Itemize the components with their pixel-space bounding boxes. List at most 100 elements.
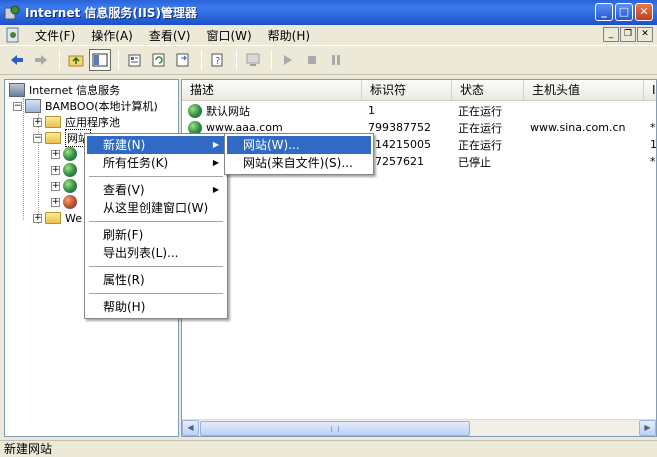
stop-button[interactable]	[301, 49, 323, 71]
column-header-host[interactable]: 主机头值	[524, 80, 644, 101]
column-header-ip[interactable]: I	[644, 80, 656, 101]
pause-button[interactable]	[325, 49, 347, 71]
mmc-doc-icon[interactable]	[5, 27, 21, 43]
submenu-item-website[interactable]: 网站(W)...	[227, 136, 371, 154]
folder-icon	[45, 116, 61, 128]
submenu-arrow-icon: ▶	[212, 185, 219, 194]
ctx-item-all-tasks[interactable]: 所有任务(K) ▶	[87, 154, 225, 172]
mdi-restore-button[interactable]: ❐	[620, 27, 636, 42]
window-title: Internet 信息服务(IIS)管理器	[25, 6, 197, 20]
iis-services-icon	[9, 83, 25, 97]
row-state: 正在运行	[458, 104, 502, 118]
row-state: 正在运行	[458, 121, 502, 135]
row-identifier: 799387752	[368, 121, 431, 134]
tree-item-site[interactable]: +	[51, 162, 81, 178]
ctx-separator	[89, 266, 223, 267]
expand-icon[interactable]: +	[33, 213, 42, 223]
horizontal-scrollbar[interactable]: ◀ ▶	[182, 419, 656, 436]
status-bar: 新建网站	[0, 440, 657, 457]
refresh-button[interactable]	[148, 49, 170, 71]
submenu-item-label: 网站(来自文件)(S)...	[243, 156, 353, 170]
ctx-item-new-window[interactable]: 从这里创建窗口(W)	[87, 199, 225, 217]
column-header-state[interactable]: 状态	[452, 80, 524, 101]
list-row[interactable]: 默认网站 1 正在运行	[182, 102, 656, 119]
ctx-separator	[89, 221, 223, 222]
computer-button[interactable]	[242, 49, 264, 71]
show-hide-tree-button[interactable]	[89, 49, 111, 71]
ctx-item-refresh[interactable]: 刷新(F)	[87, 226, 225, 244]
folder-icon	[45, 212, 61, 224]
ctx-item-export-list[interactable]: 导出列表(L)...	[87, 244, 225, 262]
tree-item-web-extensions[interactable]: + We	[33, 210, 82, 226]
tree-item-iis-root[interactable]: Internet 信息服务	[9, 82, 120, 98]
minimize-button[interactable]: _	[595, 3, 613, 21]
tree-item-site[interactable]: +	[51, 178, 81, 194]
forward-button[interactable]	[30, 49, 52, 71]
submenu-item-website-from-file[interactable]: 网站(来自文件)(S)...	[227, 154, 371, 172]
help-button[interactable]: ?	[207, 49, 229, 71]
collapse-icon[interactable]: −	[33, 133, 42, 143]
properties-button[interactable]	[124, 49, 146, 71]
tree-item-app-pools[interactable]: + 应用程序池	[33, 114, 120, 130]
menu-window[interactable]: 窗口(W)	[198, 27, 259, 44]
scroll-left-icon[interactable]: ◀	[182, 420, 199, 436]
row-identifier: 37257621	[368, 155, 424, 168]
ctx-item-view[interactable]: 查看(V) ▶	[87, 181, 225, 199]
row-state: 正在运行	[458, 138, 502, 152]
ctx-item-new[interactable]: 新建(N) ▶	[87, 136, 225, 154]
mdi-close-button[interactable]: ✕	[637, 27, 653, 42]
back-button[interactable]	[6, 49, 28, 71]
mdi-minimize-button[interactable]: _	[603, 27, 619, 42]
maximize-button[interactable]: □	[615, 3, 633, 21]
menu-bar: 文件(F) 操作(A) 查看(V) 窗口(W) 帮助(H) _ ❐ ✕	[0, 25, 657, 45]
expand-icon[interactable]: +	[51, 181, 60, 191]
menu-file[interactable]: 文件(F)	[27, 27, 83, 44]
ctx-item-label: 所有任务(K)	[103, 156, 169, 170]
scroll-right-icon[interactable]: ▶	[639, 420, 656, 436]
tree-item-site-stopped[interactable]: +	[51, 194, 81, 210]
row-extra: 1	[650, 138, 657, 151]
toolbar-separator	[236, 50, 237, 70]
up-folder-button[interactable]	[65, 49, 87, 71]
menu-help[interactable]: 帮助(H)	[260, 27, 318, 44]
menu-view[interactable]: 查看(V)	[141, 27, 199, 44]
ctx-separator	[89, 293, 223, 294]
expand-icon[interactable]: +	[51, 197, 60, 207]
ctx-item-label: 属性(R)	[103, 273, 145, 287]
scroll-thumb[interactable]	[200, 421, 470, 436]
submenu-arrow-icon: ▶	[212, 140, 219, 149]
toolbar-separator	[201, 50, 202, 70]
tree-label-web-ext: We	[65, 211, 82, 225]
folder-icon	[45, 132, 61, 144]
export-list-button[interactable]	[172, 49, 194, 71]
tree-item-computer[interactable]: − BAMBOO(本地计算机)	[13, 98, 158, 114]
expand-icon[interactable]: +	[51, 149, 60, 159]
row-identifier: 1	[368, 104, 375, 117]
tree-label-root: Internet 信息服务	[29, 84, 121, 97]
tree-item-websites[interactable]: − 网站	[33, 129, 91, 147]
play-button[interactable]	[277, 49, 299, 71]
tree-item-site[interactable]: +	[51, 146, 81, 162]
ctx-item-label: 导出列表(L)...	[103, 246, 179, 260]
tree-label-app-pools: 应用程序池	[65, 116, 120, 129]
expand-icon[interactable]: +	[33, 117, 42, 127]
svg-text:?: ?	[215, 56, 220, 67]
collapse-icon[interactable]: −	[13, 101, 22, 111]
toolbar-separator	[118, 50, 119, 70]
toolbar: ?	[0, 45, 657, 75]
row-description: 默认网站	[206, 104, 250, 118]
ctx-item-help[interactable]: 帮助(H)	[87, 298, 225, 316]
website-globe-icon	[63, 147, 77, 161]
ctx-item-properties[interactable]: 属性(R)	[87, 271, 225, 289]
menu-action[interactable]: 操作(A)	[83, 27, 141, 44]
tree-label-computer: BAMBOO(本地计算机)	[45, 100, 158, 113]
ctx-item-label: 刷新(F)	[103, 228, 144, 242]
ctx-item-label: 查看(V)	[103, 183, 145, 197]
close-button[interactable]: ✕	[635, 3, 653, 21]
column-header-description[interactable]: 描述	[182, 80, 362, 101]
row-identifier: 214215005	[368, 138, 431, 151]
website-globe-icon	[63, 179, 77, 193]
expand-icon[interactable]: +	[51, 165, 60, 175]
ctx-item-label: 新建(N)	[103, 138, 146, 152]
column-header-identifier[interactable]: 标识符	[362, 80, 452, 101]
